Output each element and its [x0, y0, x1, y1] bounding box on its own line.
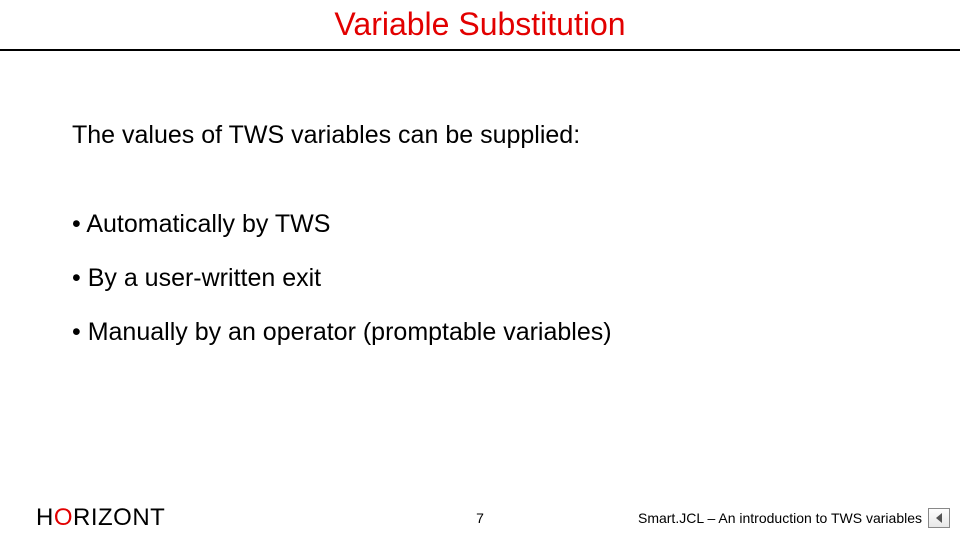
intro-text: The values of TWS variables can be suppl…: [72, 121, 900, 150]
footer: HORIZONT 7 Smart.JCL – An introduction t…: [0, 504, 960, 532]
chevron-left-icon: [934, 512, 944, 524]
title-divider: [0, 49, 960, 51]
bullet-item: • Automatically by TWS: [72, 210, 900, 239]
bullet-list: • Automatically by TWS • By a user-writt…: [72, 210, 900, 347]
logo: HORIZONT: [36, 504, 165, 532]
footer-subtitle: Smart.JCL – An introduction to TWS varia…: [638, 510, 922, 526]
page-number: 7: [476, 510, 484, 526]
bullet-item: • By a user-written exit: [72, 264, 900, 293]
previous-button[interactable]: [928, 508, 950, 528]
bullet-item: • Manually by an operator (promptable va…: [72, 318, 900, 347]
footer-right: Smart.JCL – An introduction to TWS varia…: [638, 508, 950, 528]
slide-title: Variable Substitution: [0, 0, 960, 49]
slide-content: The values of TWS variables can be suppl…: [0, 121, 960, 347]
